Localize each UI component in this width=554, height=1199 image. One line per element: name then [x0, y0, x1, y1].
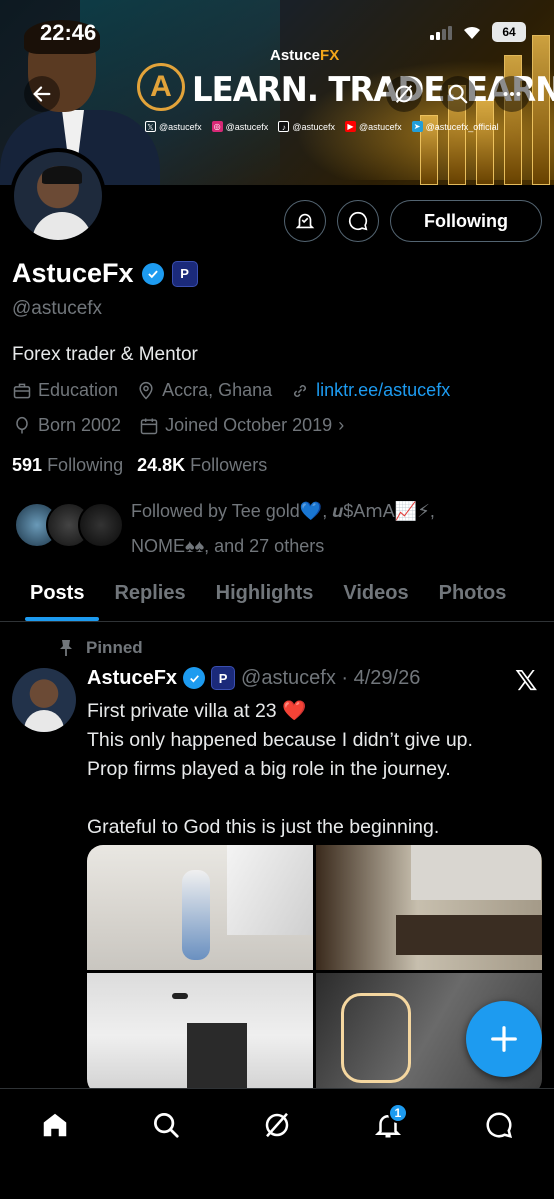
search-icon — [448, 84, 468, 104]
status-time: 22:46 — [40, 20, 97, 45]
bottom-navigation: 1 — [0, 1088, 554, 1199]
verified-icon — [183, 667, 206, 689]
more-icon — [503, 91, 521, 97]
affiliate-badge[interactable]: P — [171, 260, 198, 287]
tab-videos[interactable]: Videos — [328, 566, 423, 621]
message-button[interactable] — [337, 200, 379, 242]
instagram-social: ◎ @astucefx — [211, 121, 269, 132]
arrow-left-icon — [33, 86, 51, 102]
nav-grok[interactable] — [257, 1105, 297, 1145]
bell-check-icon — [295, 213, 315, 229]
youtube-social: ▶ @astucefx — [344, 121, 402, 132]
post-photo[interactable] — [87, 973, 313, 1095]
more-button[interactable] — [494, 76, 530, 112]
signal-icon — [430, 24, 452, 40]
post-photo[interactable] — [87, 845, 313, 970]
banner-brand: AstuceFX — [270, 47, 340, 64]
nav-notifications[interactable]: 1 — [368, 1103, 408, 1145]
following-count[interactable]: 591 Following — [12, 455, 123, 476]
joined-date[interactable]: Joined October 2019 › — [139, 415, 344, 436]
x-logo-icon: 𝕏 — [515, 665, 538, 696]
brand-logo-icon: A — [137, 63, 185, 111]
post-handle-date[interactable]: @astucefx · 4/29/26 — [241, 667, 420, 690]
profile-meta-row-1: Education Accra, Ghana linktr.ee/astucef… — [12, 380, 450, 401]
affiliate-badge[interactable]: P — [211, 666, 236, 690]
birthday: Born 2002 — [12, 415, 121, 436]
banner-chart-bar — [476, 100, 494, 185]
chat-icon — [486, 1112, 512, 1139]
calendar-icon — [140, 418, 158, 434]
grok-icon — [395, 85, 413, 103]
banner-socials: 𝕏 @astucefx ◎ @astucefx ♪ @astucefx ▶ @astuc… — [145, 121, 499, 132]
notify-button[interactable] — [284, 200, 326, 242]
x-social: 𝕏 @astucefx — [145, 121, 202, 132]
follow-counts: 591 Following 24.8K Followers — [12, 455, 267, 476]
profile-name-row: AstuceFx P — [12, 258, 198, 289]
profile-tabs: Posts Replies Highlights Videos Photos — [0, 566, 554, 622]
back-button[interactable] — [24, 76, 60, 112]
avatar — [78, 502, 124, 548]
tab-posts[interactable]: Posts — [0, 566, 100, 621]
battery-icon: 64 — [492, 22, 526, 42]
tiktok-social: ♪ @astucefx — [278, 121, 335, 132]
chevron-right-icon: › — [338, 415, 345, 435]
profile-handle: @astucefx — [12, 298, 103, 319]
pinned-indicator: Pinned — [58, 638, 143, 658]
wifi-icon — [464, 26, 480, 39]
grok-icon — [265, 1112, 289, 1138]
status-icons: 64 — [430, 22, 526, 42]
post-header: AstuceFx P @astucefx · 4/29/26 — [87, 666, 420, 690]
search-button[interactable] — [440, 76, 476, 112]
nav-home[interactable] — [35, 1105, 75, 1145]
location: Accra, Ghana — [136, 380, 272, 401]
post-text[interactable]: First private villa at 23 ❤️ This only h… — [87, 697, 537, 842]
pin-icon — [60, 640, 72, 656]
verified-icon — [141, 262, 164, 285]
chat-icon — [348, 211, 368, 231]
tab-highlights[interactable]: Highlights — [201, 566, 329, 621]
post-author-name[interactable]: AstuceFx — [87, 667, 177, 690]
compose-button[interactable] — [466, 1001, 542, 1077]
plus-icon — [491, 1026, 517, 1052]
nav-search[interactable] — [146, 1105, 186, 1145]
notification-badge: 1 — [387, 1103, 408, 1123]
followed-by-text[interactable]: Followed by Tee gold💙, 𝒖$A𝗆A📈⚡, NOME♠♠, … — [131, 494, 541, 564]
tab-replies[interactable]: Replies — [99, 566, 200, 621]
balloon-icon — [16, 416, 28, 433]
following-button[interactable]: Following — [390, 200, 542, 242]
profile-bio: Forex trader & Mentor — [12, 344, 198, 365]
briefcase-icon — [13, 383, 31, 398]
location-pin-icon — [139, 381, 153, 400]
website-link[interactable]: linktr.ee/astucefx — [290, 380, 450, 401]
followers-count[interactable]: 24.8K Followers — [137, 455, 267, 476]
tab-photos[interactable]: Photos — [424, 566, 522, 621]
category: Education — [12, 380, 118, 401]
post-photo[interactable] — [316, 845, 542, 970]
nav-messages[interactable] — [479, 1105, 519, 1145]
banner-chart-bar — [532, 35, 550, 185]
profile-name: AstuceFx — [12, 258, 134, 288]
post-avatar[interactable] — [12, 668, 76, 732]
link-icon — [294, 384, 307, 397]
grok-button[interactable] — [386, 76, 422, 112]
profile-meta-row-2: Born 2002 Joined October 2019 › — [12, 415, 344, 436]
telegram-social: ➤ @astucefx_official — [411, 121, 499, 132]
mutual-followers-avatars[interactable] — [14, 502, 124, 548]
search-icon — [154, 1113, 179, 1138]
profile-avatar[interactable] — [10, 148, 106, 244]
home-icon — [44, 1113, 67, 1137]
